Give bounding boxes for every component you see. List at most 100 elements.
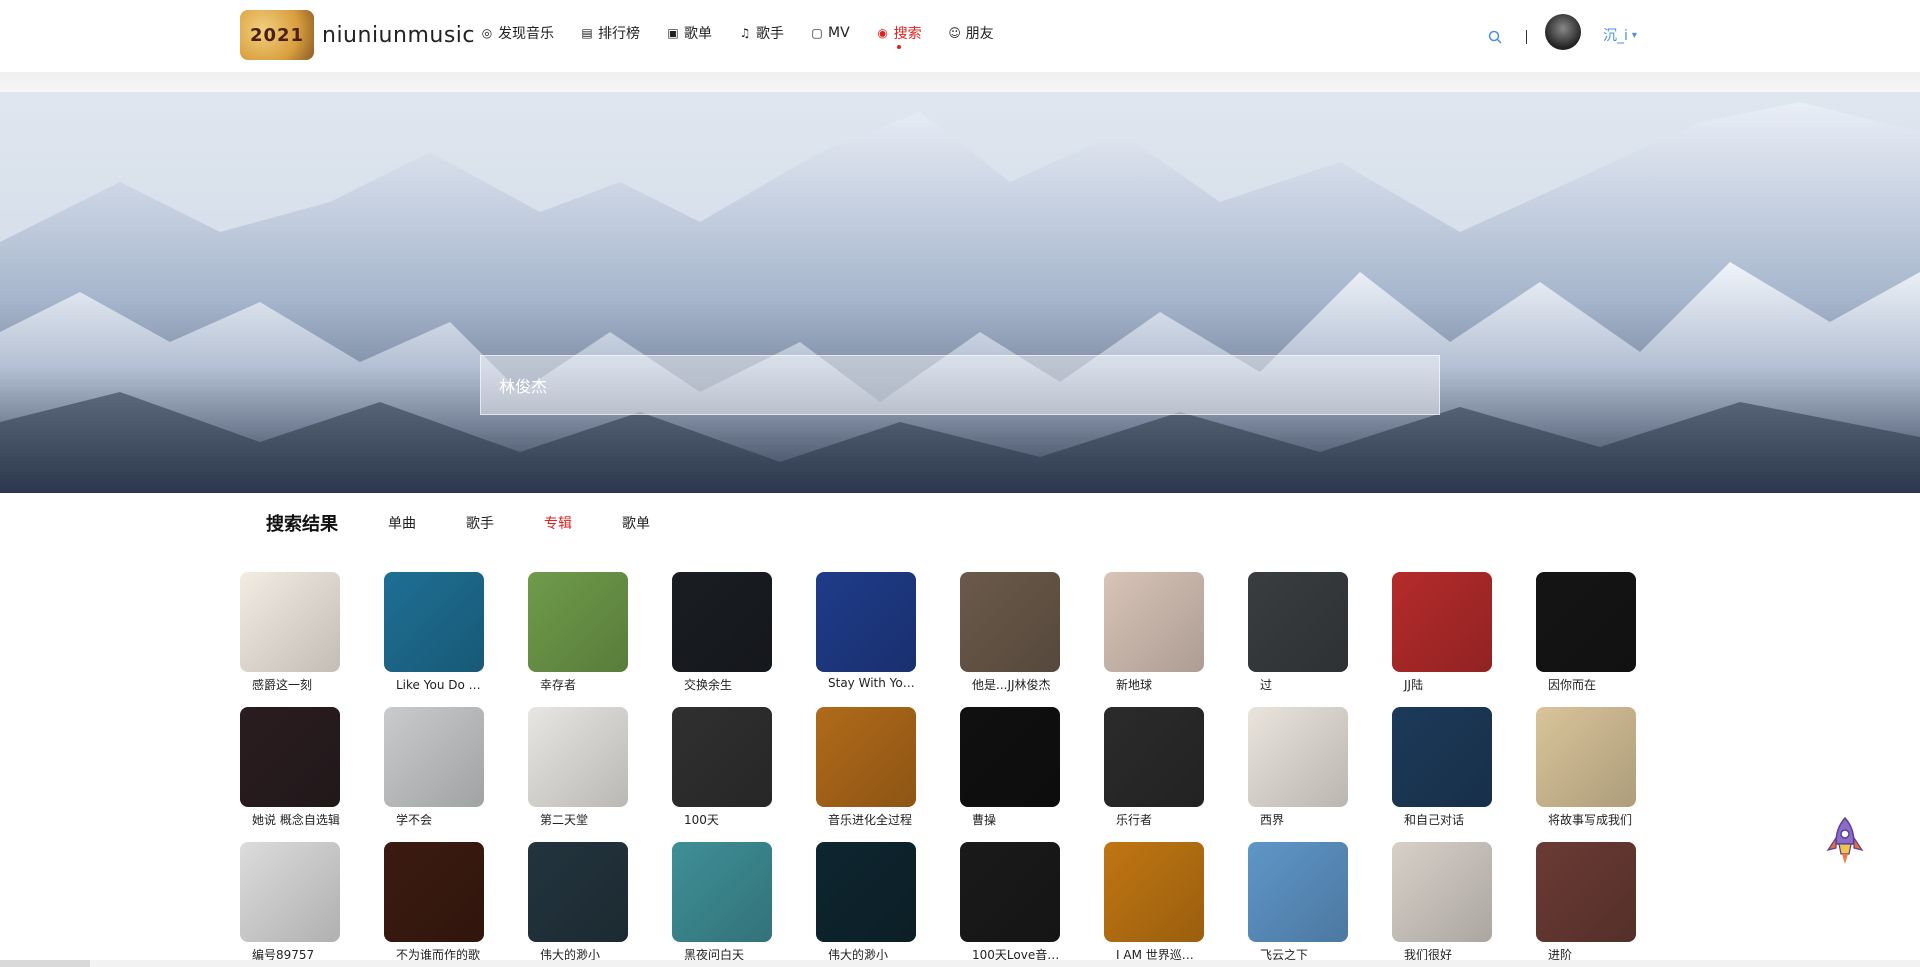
album-cover[interactable]: [672, 572, 772, 672]
album-title[interactable]: 因你而在: [1536, 676, 1636, 693]
album-title[interactable]: 和自己对话: [1392, 811, 1492, 828]
album-card[interactable]: 100天Love音乐...: [960, 842, 1060, 967]
album-cover[interactable]: [240, 572, 340, 672]
album-card[interactable]: 进阶: [1536, 842, 1636, 967]
tab-albums[interactable]: 专辑: [544, 513, 572, 533]
album-card[interactable]: 交换余生: [672, 572, 772, 697]
album-title[interactable]: 交换余生: [672, 676, 772, 693]
album-card[interactable]: Like You Do 如...: [384, 572, 484, 697]
album-title[interactable]: 感爵这一刻: [240, 676, 340, 693]
brand[interactable]: 2021 niuniunmusic: [240, 10, 475, 60]
album-cover[interactable]: [384, 572, 484, 672]
album-card[interactable]: 感爵这一刻: [240, 572, 340, 697]
album-card[interactable]: 飞云之下: [1248, 842, 1348, 967]
album-card[interactable]: 将故事写成我们: [1536, 707, 1636, 832]
chevron-down-icon[interactable]: ▾: [1632, 30, 1637, 41]
album-cover[interactable]: [384, 707, 484, 807]
album-card[interactable]: 第二天堂: [528, 707, 628, 832]
album-card[interactable]: 不为谁而作的歌: [384, 842, 484, 967]
album-title[interactable]: 音乐进化全过程: [816, 811, 916, 828]
album-cover[interactable]: [528, 707, 628, 807]
album-cover[interactable]: [1104, 842, 1204, 942]
album-cover[interactable]: [1536, 842, 1636, 942]
username[interactable]: 沉_i: [1603, 25, 1628, 45]
album-cover[interactable]: [384, 842, 484, 942]
album-card[interactable]: 和自己对话: [1392, 707, 1492, 832]
horizontal-scrollbar[interactable]: [0, 960, 1920, 967]
album-cover[interactable]: [1392, 707, 1492, 807]
album-cover[interactable]: [1392, 572, 1492, 672]
album-cover[interactable]: [1104, 572, 1204, 672]
album-cover[interactable]: [1248, 707, 1348, 807]
album-title[interactable]: 她说 概念自选辑: [240, 811, 340, 828]
album-title[interactable]: 100天: [672, 811, 772, 828]
album-cover[interactable]: [528, 842, 628, 942]
search-field[interactable]: [480, 355, 1440, 415]
album-card[interactable]: 幸存者: [528, 572, 628, 697]
album-card[interactable]: 学不会: [384, 707, 484, 832]
nav-item-discover[interactable]: ◎ 发现音乐: [480, 23, 554, 43]
album-title[interactable]: Like You Do 如...: [384, 676, 484, 693]
search-input[interactable]: [497, 374, 1439, 396]
album-cover[interactable]: [960, 707, 1060, 807]
album-card[interactable]: 编号89757: [240, 842, 340, 967]
album-title[interactable]: Stay With You...: [816, 676, 916, 690]
album-cover[interactable]: [672, 842, 772, 942]
album-card[interactable]: 曹操: [960, 707, 1060, 832]
album-card[interactable]: 因你而在: [1536, 572, 1636, 697]
album-cover[interactable]: [1392, 842, 1492, 942]
album-cover[interactable]: [960, 572, 1060, 672]
album-card[interactable]: 乐行者: [1104, 707, 1204, 832]
album-cover[interactable]: [672, 707, 772, 807]
album-card[interactable]: 他是...JJ林俊杰: [960, 572, 1060, 697]
tab-songs[interactable]: 单曲: [388, 513, 416, 533]
album-card[interactable]: 伟大的渺小: [816, 842, 916, 967]
album-title[interactable]: 曹操: [960, 811, 1060, 828]
album-card[interactable]: 西界: [1248, 707, 1348, 832]
nav-item-search[interactable]: ◉ 搜索: [876, 23, 922, 49]
album-card[interactable]: Stay With You...: [816, 572, 916, 697]
album-title[interactable]: 过: [1248, 676, 1348, 693]
album-title[interactable]: 他是...JJ林俊杰: [960, 676, 1060, 693]
album-cover[interactable]: [816, 572, 916, 672]
avatar[interactable]: [1545, 14, 1581, 50]
album-card[interactable]: 伟大的渺小: [528, 842, 628, 967]
album-card[interactable]: 过: [1248, 572, 1348, 697]
album-card[interactable]: 黑夜问白天: [672, 842, 772, 967]
album-cover[interactable]: [1248, 572, 1348, 672]
album-card[interactable]: 新地球: [1104, 572, 1204, 697]
search-icon[interactable]: [1488, 30, 1502, 44]
tab-artists[interactable]: 歌手: [466, 513, 494, 533]
album-card[interactable]: 音乐进化全过程: [816, 707, 916, 832]
album-title[interactable]: 学不会: [384, 811, 484, 828]
album-cover[interactable]: [240, 842, 340, 942]
nav-item-charts[interactable]: ▤ 排行榜: [580, 23, 640, 43]
album-card[interactable]: I AM 世界巡迴...: [1104, 842, 1204, 967]
album-cover[interactable]: [960, 842, 1060, 942]
album-cover[interactable]: [816, 707, 916, 807]
album-cover[interactable]: [240, 707, 340, 807]
nav-item-artists[interactable]: ♫ 歌手: [738, 23, 784, 43]
nav-item-friends[interactable]: ☺ 朋友: [948, 23, 993, 43]
album-title[interactable]: 乐行者: [1104, 811, 1204, 828]
album-card[interactable]: 100天: [672, 707, 772, 832]
tab-playlists[interactable]: 歌单: [622, 513, 650, 533]
scrollbar-thumb[interactable]: [0, 960, 90, 967]
album-title[interactable]: 西界: [1248, 811, 1348, 828]
album-title[interactable]: JJ陆: [1392, 676, 1492, 693]
album-card[interactable]: 我们很好: [1392, 842, 1492, 967]
back-to-top-rocket-icon[interactable]: [1824, 816, 1866, 866]
album-cover[interactable]: [1248, 842, 1348, 942]
album-card[interactable]: JJ陆: [1392, 572, 1492, 697]
album-cover[interactable]: [816, 842, 916, 942]
album-title[interactable]: 新地球: [1104, 676, 1204, 693]
album-title[interactable]: 幸存者: [528, 676, 628, 693]
album-cover[interactable]: [1536, 572, 1636, 672]
nav-item-playlists[interactable]: ▣ 歌单: [666, 23, 712, 43]
album-cover[interactable]: [1536, 707, 1636, 807]
album-cover[interactable]: [1104, 707, 1204, 807]
album-cover[interactable]: [528, 572, 628, 672]
nav-item-mv[interactable]: ▢ MV: [810, 25, 849, 41]
album-title[interactable]: 将故事写成我们: [1536, 811, 1636, 828]
album-title[interactable]: 第二天堂: [528, 811, 628, 828]
